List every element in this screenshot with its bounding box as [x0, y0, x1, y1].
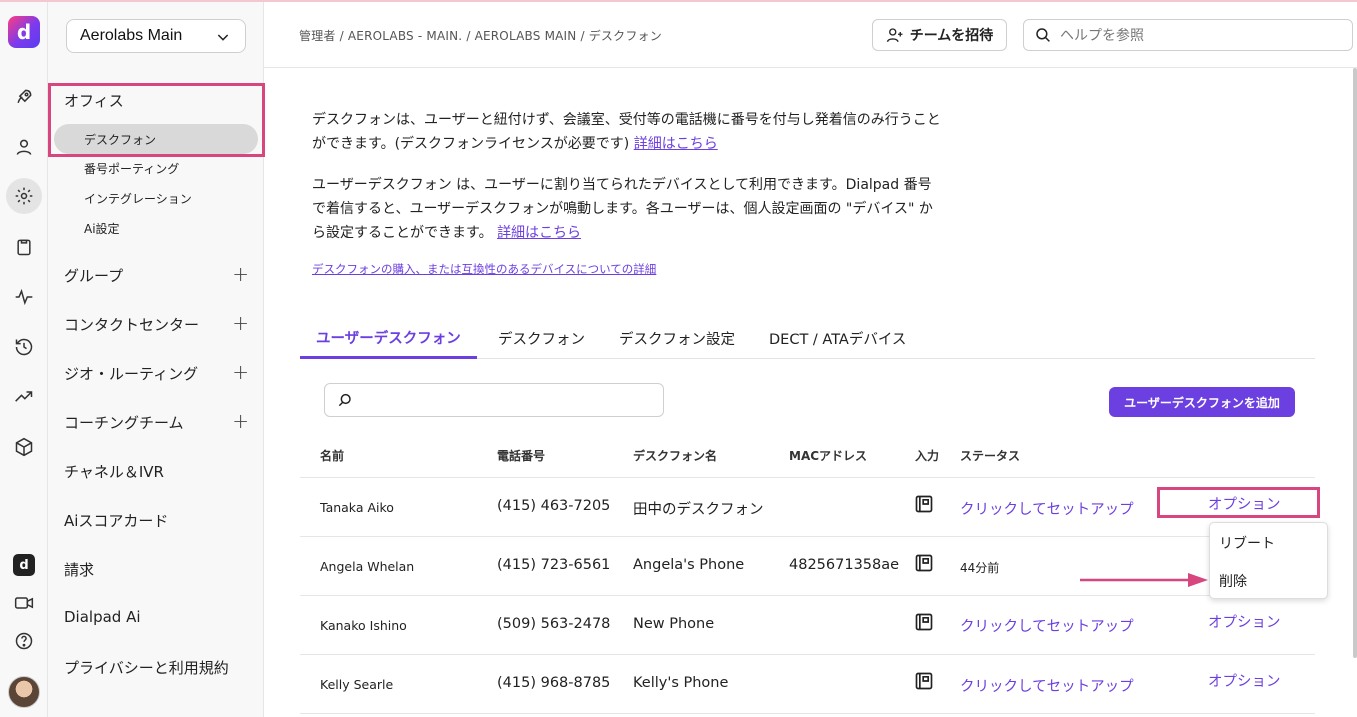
row-divider: [300, 536, 1315, 537]
history-icon[interactable]: [9, 332, 39, 362]
gear-icon[interactable]: [6, 178, 42, 214]
rocket-icon[interactable]: [9, 82, 39, 112]
deskphone-icon: [915, 613, 933, 631]
options-button[interactable]: オプション: [1208, 611, 1281, 632]
row-name: Tanaka Aiko: [320, 500, 394, 515]
deskphone-icon: [915, 554, 933, 572]
intro-text-2: ユーザーデスクフォン は、ユーザーに割り当てられたデバイスとして利用できます。D…: [312, 177, 933, 241]
row-phone: (415) 463-7205: [497, 498, 611, 514]
sidebar-item-deskphone[interactable]: デスクフォン: [54, 124, 258, 154]
clipboard-icon[interactable]: [9, 232, 39, 262]
sidebar-item-ai-scorecard[interactable]: Aiスコアカード: [64, 510, 168, 531]
sidebar-item-office[interactable]: オフィス: [64, 90, 124, 111]
arrow-pointer-icon: [1080, 573, 1208, 587]
icon-rail: d d: [0, 2, 48, 717]
plus-icon[interactable]: +: [232, 264, 249, 284]
add-user-deskphone-button[interactable]: ユーザーデスクフォンを追加: [1109, 387, 1295, 417]
plus-icon[interactable]: +: [232, 362, 249, 382]
options-menu: リブート 削除: [1209, 522, 1328, 599]
user-icon[interactable]: [9, 132, 39, 162]
video-icon[interactable]: [9, 588, 39, 618]
learn-more-link-2[interactable]: 詳細はこちら: [497, 225, 581, 241]
org-selector[interactable]: Aerolabs Main: [66, 19, 246, 53]
sidebar-item-billing[interactable]: 請求: [64, 559, 94, 580]
row-divider: [300, 713, 1315, 714]
add-user-icon: [886, 28, 903, 43]
intro-text-1: デスクフォンは、ユーザーと紐付けず、会議室、受付等の電話機に番号を付与し発着信の…: [312, 112, 941, 152]
sidebar-item-contact-center[interactable]: コンタクトセンター: [64, 314, 199, 335]
help-search-input[interactable]: ヘルプを参照: [1023, 19, 1353, 51]
sidebar-item-coaching-team[interactable]: コーチングチーム: [64, 412, 184, 433]
row-mac-address: 4825671358ae: [789, 557, 900, 573]
tab-user-deskphone[interactable]: ユーザーデスクフォン: [300, 318, 477, 359]
setup-link[interactable]: クリックしてセットアップ: [960, 498, 1134, 519]
table-search-input[interactable]: [324, 383, 664, 417]
intro-paragraph-1: デスクフォンは、ユーザーと紐付けず、会議室、受付等の電話機に番号を付与し発着信の…: [312, 108, 942, 156]
row-divider: [300, 477, 1315, 478]
dialpad-logo-icon[interactable]: d: [8, 16, 40, 48]
options-button[interactable]: オプション: [1208, 670, 1281, 691]
sidebar-item-geo-routing[interactable]: ジオ・ルーティング: [64, 363, 198, 384]
column-header-phone[interactable]: 電話番号: [497, 447, 545, 464]
org-name: Aerolabs Main: [80, 27, 183, 44]
column-header-name[interactable]: 名前: [320, 447, 344, 464]
column-header-input[interactable]: 入力: [915, 447, 939, 464]
row-name: Kelly Searle: [320, 677, 394, 692]
row-divider: [300, 654, 1315, 655]
search-icon: [1036, 28, 1050, 42]
row-phone: (415) 723-6561: [497, 557, 611, 573]
row-phone: (509) 563-2478: [497, 616, 611, 632]
trending-icon[interactable]: [9, 382, 39, 412]
sidebar-item-integration[interactable]: インテグレーション: [84, 190, 192, 207]
tab-dect-ata[interactable]: DECT / ATAデバイス: [769, 318, 906, 358]
sidebar-item-groups[interactable]: グループ: [64, 265, 123, 286]
row-deskphone-name: Kelly's Phone: [633, 675, 729, 691]
sidebar-item-number-porting[interactable]: 番号ポーティング: [84, 160, 179, 177]
invite-team-label: チームを招待: [909, 28, 994, 44]
scrollbar[interactable]: [1353, 68, 1357, 658]
column-header-deskphone-name[interactable]: デスクフォン名: [633, 447, 717, 464]
deskphone-icon: [915, 672, 933, 690]
row-deskphone-name: 田中のデスクフォン: [633, 502, 764, 518]
row-name: Angela Whelan: [320, 559, 415, 574]
row-phone: (415) 968-8785: [497, 675, 611, 691]
menu-item-reboot[interactable]: リブート: [1219, 533, 1275, 553]
options-button[interactable]: オプション: [1208, 493, 1281, 514]
column-header-status[interactable]: ステータス: [960, 447, 1020, 464]
sidebar-item-ai-settings[interactable]: Ai設定: [84, 220, 120, 237]
intro-paragraph-2: ユーザーデスクフォン は、ユーザーに割り当てられたデバイスとして利用できます。D…: [312, 173, 942, 245]
sidebar-item-dialpad-ai[interactable]: Dialpad Ai: [64, 608, 141, 626]
row-name: Kanako Ishino: [320, 618, 407, 633]
search-icon: [338, 393, 351, 407]
plus-icon[interactable]: +: [232, 411, 249, 431]
row-status: 44分前: [960, 561, 1000, 575]
help-search-placeholder: ヘルプを参照: [1060, 28, 1144, 44]
plus-icon[interactable]: +: [232, 313, 249, 333]
row-deskphone-name: New Phone: [633, 616, 715, 632]
purchase-info-link[interactable]: デスクフォンの購入、または互換性のあるデバイスについての詳細: [312, 261, 656, 277]
learn-more-link-1[interactable]: 詳細はこちら: [634, 136, 718, 152]
deskphone-icon: [915, 495, 933, 513]
setup-link[interactable]: クリックしてセットアップ: [960, 615, 1134, 636]
tab-deskphone[interactable]: デスクフォン: [498, 318, 585, 358]
activity-icon[interactable]: [9, 282, 39, 312]
header-divider: [264, 67, 1357, 68]
invite-team-button[interactable]: チームを招待: [872, 19, 1007, 51]
sidebar-item-channels-ivr[interactable]: チャネル＆IVR: [64, 461, 164, 482]
cube-icon[interactable]: [9, 432, 39, 462]
tab-deskphone-settings[interactable]: デスクフォン設定: [619, 318, 735, 358]
tab-bar: ユーザーデスクフォン デスクフォン デスクフォン設定 DECT / ATAデバイ…: [300, 318, 1315, 359]
menu-item-delete[interactable]: 削除: [1219, 571, 1247, 591]
sidebar-item-privacy[interactable]: プライバシーと利用規約: [64, 657, 229, 678]
dialpad-app-icon[interactable]: d: [9, 550, 39, 580]
breadcrumb[interactable]: 管理者 / AEROLABS - MAIN. / AEROLABS MAIN /…: [299, 27, 662, 44]
chevron-down-icon: [217, 34, 229, 41]
row-divider: [300, 595, 1315, 596]
help-icon[interactable]: [9, 626, 39, 656]
setup-link[interactable]: クリックしてセットアップ: [960, 675, 1134, 696]
row-deskphone-name: Angela's Phone: [633, 557, 745, 573]
avatar[interactable]: [8, 676, 40, 708]
settings-sidebar: Aerolabs Main オフィス デスクフォン 番号ポーティング インテグレ…: [48, 2, 265, 717]
column-header-mac[interactable]: MACアドレス: [789, 447, 867, 464]
